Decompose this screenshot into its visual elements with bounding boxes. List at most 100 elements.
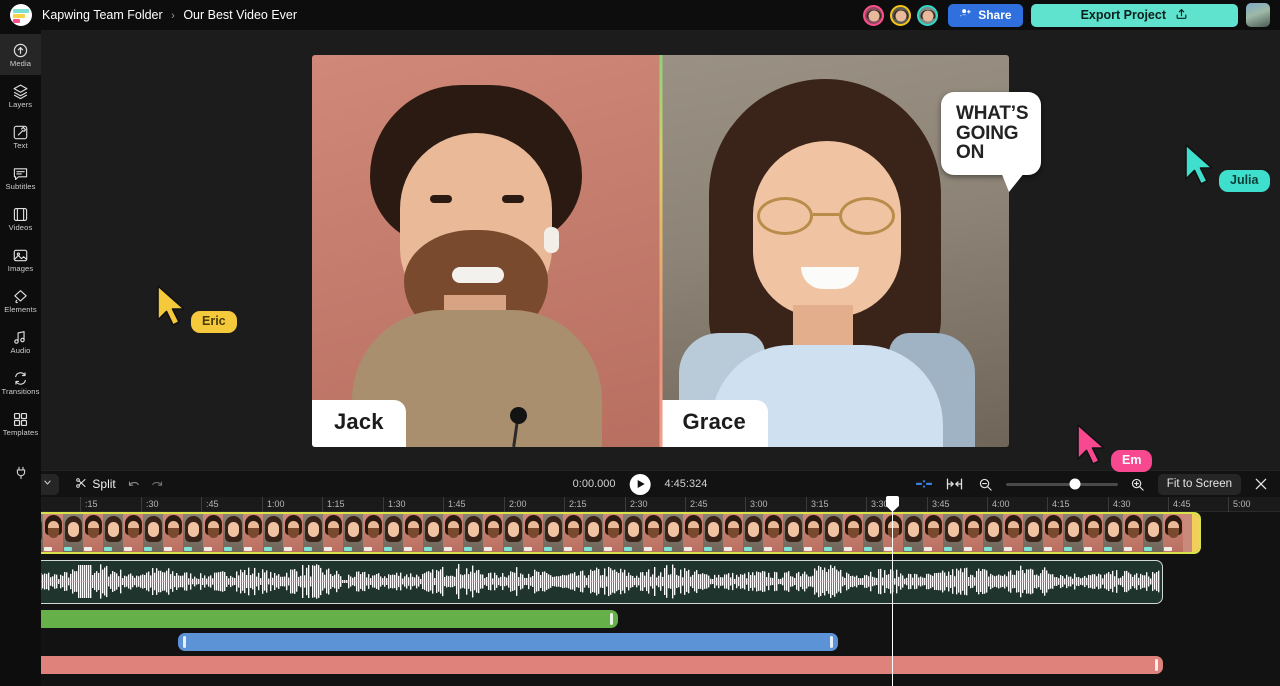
sidebar-item-images[interactable]: Images [0,239,41,280]
sidebar-item-label: Images [8,265,34,273]
transitions-icon [12,370,29,387]
ruler-tick: 4:45 [1168,497,1191,512]
subtitles-icon [12,165,29,182]
ruler-tick: 5:00 [1228,497,1251,512]
sidebar-item-elements[interactable]: Elements [0,280,41,321]
breadcrumb-root[interactable]: Kapwing Team Folder [42,8,163,22]
timeline-ruler[interactable]: :0:15:30:451:001:151:301:452:002:152:302… [0,497,1280,512]
share-button[interactable]: Share [948,4,1022,27]
clip-trim-handle-right[interactable] [1192,514,1199,552]
sidebar-item-media[interactable]: Media [0,34,41,75]
filmstrip-frame [943,514,983,552]
breadcrumb-project-name[interactable]: Our Best Video Ever [183,8,297,22]
sidebar-item-label: Videos [9,224,33,232]
clip-trim-handle-right[interactable] [610,613,613,625]
video-preview[interactable]: Jack Grace [312,55,1009,447]
share-button-label: Share [978,8,1011,22]
top-bar: Kapwing Team Folder › Our Best Video Eve… [0,0,1280,30]
sidebar-item-label: Text [13,142,27,150]
sidebar-item-label: Subtitles [5,183,35,191]
avatar-eric[interactable] [890,5,911,26]
videos-icon [12,206,29,223]
filmstrip-frame [1103,514,1143,552]
sidebar-item-plugins[interactable] [0,452,41,493]
sidebar-item-subtitles[interactable]: Subtitles [0,157,41,198]
split-button-label: Split [92,477,115,491]
kapwing-logo[interactable] [10,4,32,26]
sidebar-item-label: Elements [4,306,36,314]
plug-icon [13,465,29,481]
sidebar-item-transitions[interactable]: Transitions [0,362,41,403]
timeline-zoom-slider[interactable] [1006,478,1118,490]
sidebar-item-label: Media [10,60,31,68]
clip-track-4[interactable] [178,633,838,651]
clip-trim-handle-right[interactable] [1155,659,1158,671]
ruler-tick: :15 [80,497,98,512]
preview-canvas[interactable]: Jack Grace WHAT’S GOING ON [41,30,1280,470]
cursor-label-eric: Eric [191,311,237,333]
upload-icon [1175,7,1188,24]
clip-track-3[interactable] [21,610,618,628]
redo-button[interactable] [146,474,168,495]
fit-between-markers-button[interactable] [944,474,966,495]
play-button[interactable] [630,474,651,495]
filmstrip-frame [623,514,663,552]
fit-to-screen-button[interactable]: Fit to Screen [1158,474,1241,495]
filmstrip-frame [703,514,743,552]
avatar-em[interactable] [863,5,884,26]
ruler-tick: 2:30 [625,497,648,512]
sidebar-item-label: Templates [3,429,39,437]
filmstrip-frame [1063,514,1103,552]
timeline-view-controls: Fit to Screen [913,474,1272,495]
sidebar-item-templates[interactable]: Templates [0,403,41,444]
ruler-tick: 2:45 [685,497,708,512]
filmstrip-frame [463,514,503,552]
filmstrip-frame [663,514,703,552]
sidebar-item-layers[interactable]: Layers [0,75,41,116]
media-icon [12,42,29,59]
zoom-in-button[interactable] [1127,474,1149,495]
ruler-tick: 4:00 [987,497,1010,512]
video-clip-track-1[interactable] [21,512,1201,554]
nameplate-grace[interactable]: Grace [661,400,768,447]
user-profile-thumbnail[interactable] [1246,3,1270,27]
collaborator-avatars [863,5,938,26]
zoom-out-button[interactable] [975,474,997,495]
undo-button[interactable] [124,474,146,495]
zoom-slider-knob[interactable] [1070,479,1081,490]
collaborator-cursor-julia: Julia [1181,142,1219,193]
top-bar-actions: Share Export Project [863,3,1274,27]
filmstrip-frame [383,514,423,552]
sidebar-item-label: Transitions [2,388,40,396]
speech-bubble-text[interactable]: WHAT’S GOING ON [941,92,1041,175]
kapwing-video-editor: Kapwing Team Folder › Our Best Video Eve… [0,0,1280,686]
video-pane-left: Jack [312,55,661,447]
filmstrip-frame [903,514,943,552]
avatar-julia[interactable] [917,5,938,26]
sidebar-item-text[interactable]: Text [0,116,41,157]
templates-icon [12,411,29,428]
export-project-button[interactable]: Export Project [1031,4,1238,27]
nameplate-jack[interactable]: Jack [312,400,406,447]
filmstrip-frame [223,514,263,552]
snap-toggle-button[interactable] [913,474,935,495]
filmstrip-frame [503,514,543,552]
ruler-tick: 2:00 [504,497,527,512]
scissors-icon [75,477,87,492]
filmstrip-frame [783,514,823,552]
clip-trim-handle-right[interactable] [830,636,833,648]
sidebar-item-audio[interactable]: Audio [0,321,41,362]
sidebar-item-videos[interactable]: Videos [0,198,41,239]
split-divider[interactable] [659,55,662,447]
close-timeline-button[interactable] [1250,474,1272,495]
timeline-playhead[interactable] [892,497,893,686]
ruler-tick: 1:15 [322,497,345,512]
clip-track-5[interactable] [21,656,1163,674]
filmstrip-frame [863,514,903,552]
clip-trim-handle-left[interactable] [183,636,186,648]
timeline-tracks: 1 2 3 4 5 [0,512,1280,686]
filmstrip-frame [263,514,303,552]
audio-clip-track-2[interactable] [21,560,1163,604]
audio-waveform [22,561,1161,602]
split-button[interactable]: Split [67,474,123,495]
